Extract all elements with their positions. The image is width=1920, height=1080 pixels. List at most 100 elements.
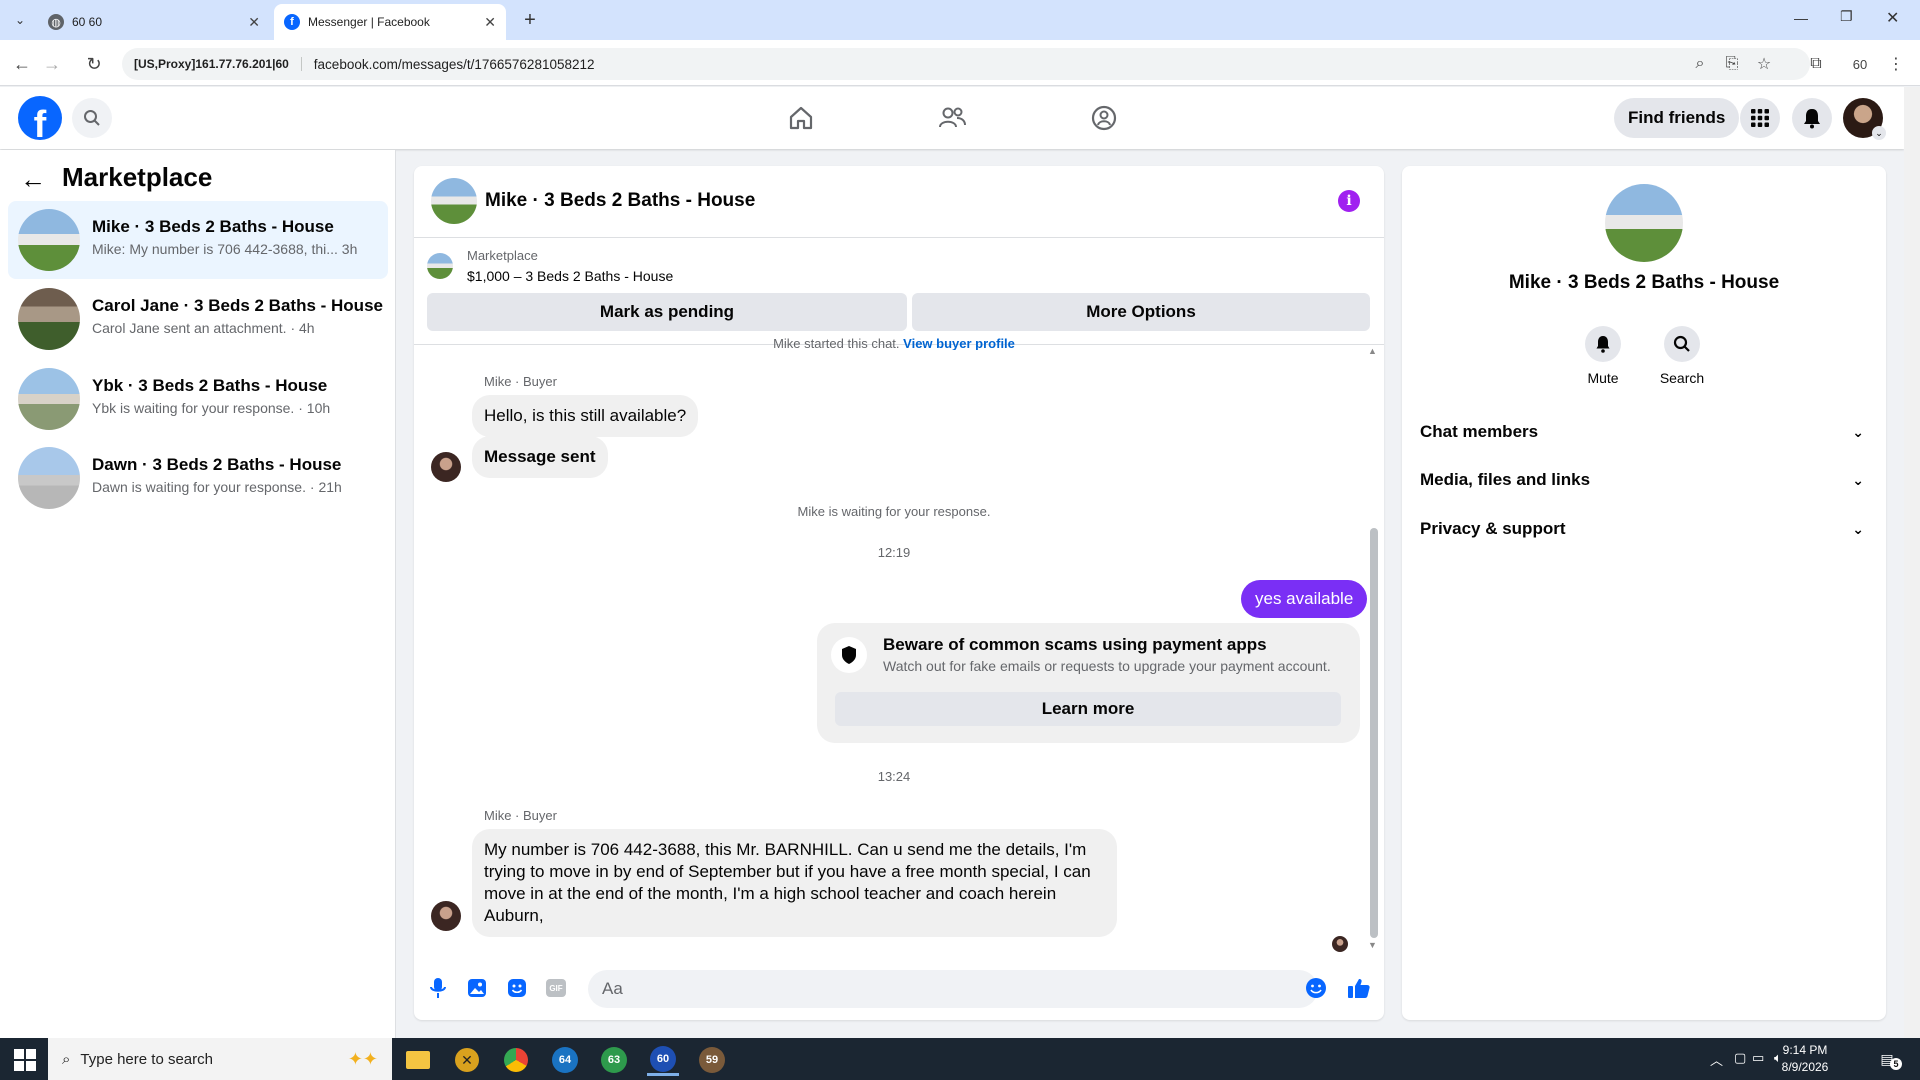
chevron-down-icon: ⌄ — [1852, 471, 1864, 488]
search-icon: ⌕ — [62, 1050, 71, 1068]
thumbs-up-icon[interactable] — [1347, 976, 1371, 1000]
avatar — [18, 447, 80, 509]
scam-warning-subtitle: Watch out for fake emails or requests to… — [883, 658, 1331, 674]
emoji-icon[interactable] — [1304, 976, 1328, 1000]
section-label: Media, files and links — [1420, 470, 1591, 489]
back-arrow-icon[interactable]: ← — [20, 164, 46, 195]
app-x-icon[interactable]: ✕ — [451, 1044, 483, 1076]
sticker-icon[interactable] — [505, 976, 529, 1000]
extensions-icon[interactable]: ⧉ — [1804, 52, 1828, 76]
browser-profile-63-icon[interactable]: 63 — [598, 1044, 630, 1076]
conversation-item[interactable]: Mike · 3 Beds 2 Baths - House Mike: My n… — [8, 201, 388, 279]
info-icon[interactable]: i — [1338, 190, 1360, 212]
microphone-icon[interactable] — [426, 976, 450, 1000]
back-arrow-icon[interactable]: ← — [10, 52, 34, 76]
tray-device-icon[interactable]: ▢ — [1734, 1050, 1746, 1066]
conversation-item[interactable]: Carol Jane · 3 Beds 2 Baths - House Caro… — [8, 280, 388, 358]
notification-count-badge: 5 — [1890, 1058, 1902, 1070]
forward-arrow-icon[interactable]: → — [40, 52, 64, 76]
tab-close-icon[interactable]: ✕ — [484, 14, 496, 31]
notifications-bell-icon[interactable] — [1792, 98, 1832, 138]
new-tab-button[interactable]: + — [518, 8, 542, 32]
tab-close-icon[interactable]: ✕ — [248, 14, 260, 31]
chevron-down-icon[interactable]: ⌄ — [1872, 126, 1886, 140]
media-files-links-section[interactable]: Media, files and links ⌄ — [1418, 460, 1872, 500]
mute-button[interactable] — [1585, 326, 1621, 362]
outgoing-message[interactable]: yes available — [1241, 580, 1368, 618]
sender-avatar[interactable] — [431, 452, 461, 482]
waiting-notice: Mike is waiting for your response. — [797, 504, 991, 519]
message-input[interactable] — [588, 970, 1318, 1008]
profile-badge[interactable]: 60 — [1848, 52, 1872, 76]
home-nav-icon[interactable] — [781, 100, 821, 136]
friends-nav-icon[interactable] — [932, 100, 972, 136]
listing-thumbnail[interactable] — [427, 253, 453, 279]
zoom-icon[interactable]: ⌕ — [1688, 52, 1712, 76]
browser-profile-60-icon[interactable]: 60 — [647, 1044, 679, 1076]
bookmark-star-icon[interactable]: ☆ — [1752, 52, 1776, 76]
conversation-name: Mike · 3 Beds 2 Baths - House — [92, 217, 334, 236]
tab-search-icon[interactable]: ⌄ — [8, 8, 32, 32]
section-label: Chat members — [1420, 422, 1539, 441]
search-icon — [1673, 335, 1690, 352]
taskbar-search-box[interactable]: ⌕ Type here to search ✦✦ — [48, 1038, 392, 1080]
browser-menu-icon[interactable]: ⋮ — [1884, 52, 1908, 76]
browser-profile-64-icon[interactable]: 64 — [549, 1044, 581, 1076]
privacy-support-section[interactable]: Privacy & support ⌄ — [1418, 509, 1872, 549]
sender-avatar[interactable] — [431, 901, 461, 931]
browser-profile-59-icon[interactable]: 59 — [696, 1044, 728, 1076]
view-buyer-profile-link[interactable]: View buyer profile — [903, 336, 1015, 350]
find-friends-button[interactable]: Find friends — [1614, 98, 1740, 138]
incoming-message[interactable]: Hello, is this still available? — [472, 395, 699, 437]
omnibox[interactable]: [US,Proxy]161.77.76.201|60 facebook.com/… — [122, 48, 1810, 80]
more-options-button[interactable]: More Options — [912, 293, 1370, 331]
mark-as-pending-button[interactable]: Mark as pending — [427, 293, 907, 331]
conversation-name: Carol Jane · 3 Beds 2 Baths - House — [92, 296, 383, 315]
learn-more-button[interactable]: Learn more — [835, 692, 1341, 726]
url-text[interactable]: facebook.com/messages/t/1766576281058212 — [314, 57, 595, 72]
section-label: Privacy & support — [1420, 519, 1566, 538]
windows-start-icon[interactable] — [14, 1049, 36, 1071]
tab-1-label: 60 60 — [72, 15, 103, 29]
scroll-down-icon[interactable]: ▼ — [1368, 940, 1377, 950]
clock-time: 9:14 PM — [1782, 1043, 1828, 1057]
avatar — [18, 368, 80, 430]
chrome-icon[interactable] — [500, 1044, 532, 1076]
menu-grid-icon[interactable] — [1740, 98, 1780, 138]
listing-price[interactable]: $1,000 – 3 Beds 2 Baths - House — [467, 268, 673, 284]
incoming-message[interactable]: Message sent — [472, 436, 608, 478]
chat-members-section[interactable]: Chat members ⌄ — [1418, 412, 1872, 452]
page-scrollbar[interactable] — [1904, 87, 1920, 1038]
facebook-search-button[interactable] — [72, 98, 112, 138]
groups-nav-icon[interactable] — [1084, 100, 1124, 136]
search-icon — [84, 110, 100, 126]
search-in-chat-button[interactable] — [1664, 326, 1700, 362]
tab-2-label: Messenger | Facebook — [308, 15, 430, 29]
reload-icon[interactable]: ↻ — [82, 52, 106, 76]
conversation-name: Dawn · 3 Beds 2 Baths - House — [92, 455, 342, 474]
file-explorer-icon[interactable] — [402, 1044, 434, 1076]
incoming-message[interactable]: My number is 706 442-3688, this Mr. BARN… — [472, 829, 1117, 937]
proxy-chip[interactable]: [US,Proxy]161.77.76.201|60 — [134, 57, 302, 71]
gif-icon[interactable]: GIF — [544, 976, 568, 1000]
minimize-icon[interactable]: — — [1794, 10, 1808, 26]
divider — [414, 237, 1384, 238]
chat-scrollbar[interactable] — [1370, 528, 1378, 938]
close-window-icon[interactable]: ✕ — [1886, 8, 1899, 28]
chat-title[interactable]: Mike · 3 Beds 2 Baths - House — [485, 190, 755, 212]
facebook-logo-icon[interactable]: f — [18, 96, 62, 140]
scroll-up-icon[interactable]: ▲ — [1368, 346, 1377, 356]
photo-icon[interactable] — [465, 976, 489, 1000]
read-receipt-avatar — [1332, 936, 1348, 952]
chat-avatar[interactable] — [431, 178, 477, 224]
tray-chevron-icon[interactable]: ︿ — [1710, 1050, 1723, 1069]
tab-1[interactable]: ◍ 60 60 ✕ — [38, 4, 270, 40]
conversation-item[interactable]: Dawn · 3 Beds 2 Baths - House Dawn is wa… — [8, 439, 388, 517]
contact-avatar[interactable] — [1605, 184, 1683, 262]
tab-2[interactable]: f Messenger | Facebook ✕ — [274, 4, 506, 40]
install-icon[interactable]: ⎘ — [1720, 52, 1744, 76]
restore-icon[interactable]: ❐ — [1840, 8, 1853, 25]
network-icon[interactable]: ▭ — [1752, 1050, 1764, 1066]
taskbar-clock[interactable]: 9:14 PM 8/9/2026 — [1770, 1042, 1840, 1076]
conversation-item[interactable]: Ybk · 3 Beds 2 Baths - House Ybk is wait… — [8, 360, 388, 438]
